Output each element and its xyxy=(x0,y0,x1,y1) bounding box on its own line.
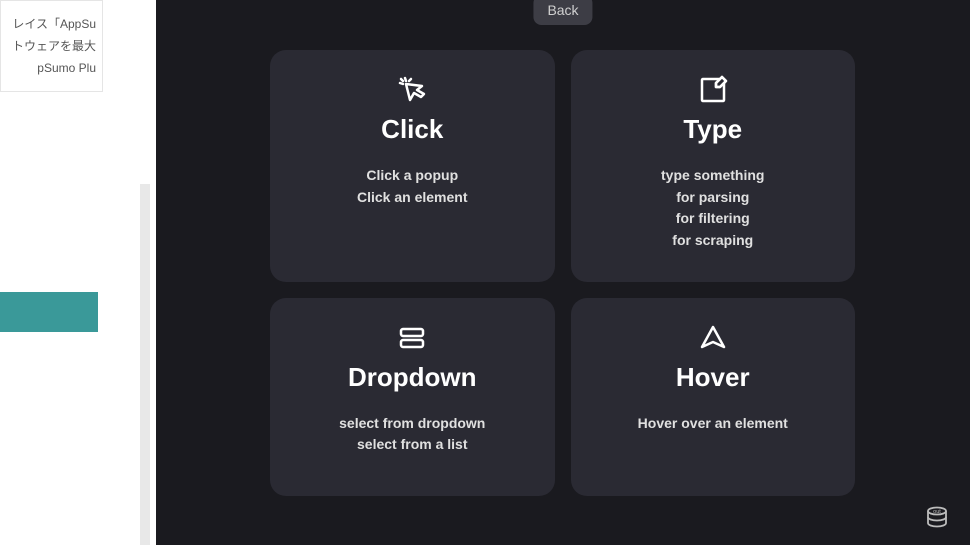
sidebar-text-card: レイス「AppSu トウェアを最大 pSumo Plu xyxy=(0,0,103,92)
edit-icon xyxy=(697,74,729,106)
card-hover[interactable]: Hover Hover over an element xyxy=(571,298,856,496)
scrollbar-track[interactable] xyxy=(140,184,150,545)
back-button-label: Back xyxy=(547,2,578,18)
card-line: select from a list xyxy=(357,434,468,456)
card-title: Type xyxy=(683,114,742,145)
card-title: Dropdown xyxy=(348,362,477,393)
sidebar-text-line: トウェアを最大 xyxy=(7,35,96,57)
corner-badge[interactable]: out xyxy=(922,501,952,531)
card-type[interactable]: Type type something for parsing for filt… xyxy=(571,50,856,282)
cards-grid: Click Click a popup Click an element Typ… xyxy=(270,50,855,496)
card-line: select from dropdown xyxy=(339,413,485,435)
dropdown-icon xyxy=(396,322,428,354)
card-dropdown[interactable]: Dropdown select from dropdown select fro… xyxy=(270,298,555,496)
teal-block[interactable] xyxy=(0,292,98,332)
card-line: Click a popup xyxy=(366,165,458,187)
card-line: for parsing xyxy=(676,187,749,209)
card-line: for filtering xyxy=(676,208,750,230)
card-line: for scraping xyxy=(672,230,753,252)
card-click[interactable]: Click Click a popup Click an element xyxy=(270,50,555,282)
main-panel: Back Click Click a popup Click an elemen… xyxy=(156,0,970,545)
left-panel: レイス「AppSu トウェアを最大 pSumo Plu xyxy=(0,0,103,545)
sidebar-text-line: pSumo Plu xyxy=(7,57,96,79)
card-line: Click an element xyxy=(357,187,468,209)
card-line: type something xyxy=(661,165,764,187)
card-title: Click xyxy=(381,114,443,145)
card-line: Hover over an element xyxy=(638,413,788,435)
sidebar-text-line: レイス「AppSu xyxy=(7,13,96,35)
card-title: Hover xyxy=(676,362,750,393)
navigate-icon xyxy=(697,322,729,354)
corner-badge-text: out xyxy=(933,509,941,515)
cursor-click-icon xyxy=(396,74,428,106)
back-button[interactable]: Back xyxy=(533,0,592,25)
